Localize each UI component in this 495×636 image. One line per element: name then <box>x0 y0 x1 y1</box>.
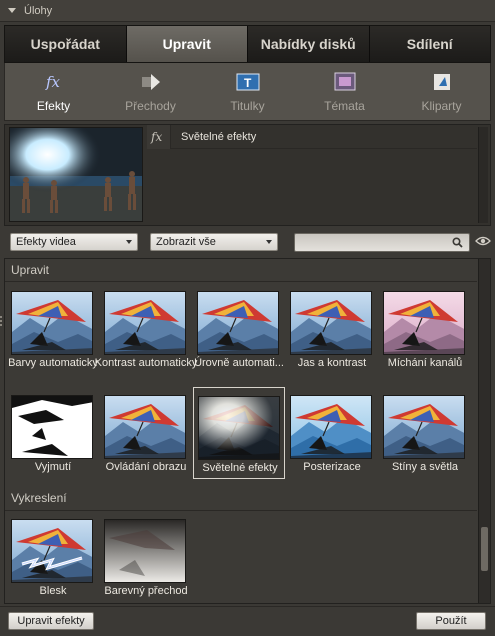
tab-nabidky-disku[interactable]: Nabídky disků <box>248 26 370 62</box>
effect-label: Kontrast automaticky <box>94 357 198 369</box>
effect-preview-panel: fx Světelné efekty <box>4 124 491 226</box>
subtab-label: Kliparty <box>421 99 462 113</box>
effect-label: Barevný přechod <box>104 585 188 597</box>
effect-item[interactable]: Blesk <box>7 511 99 603</box>
effect-label: Světelné efekty <box>202 462 278 474</box>
edit-effects-button[interactable]: Upravit efekty <box>8 612 94 630</box>
effect-thumbnail <box>197 291 279 355</box>
subtab-prechody[interactable]: Přechody <box>102 63 199 120</box>
preview-thumbnail <box>9 127 143 222</box>
effect-thumbnail <box>104 291 186 355</box>
filter-bar: Efekty videa Zobrazit vše <box>4 229 491 256</box>
preview-scrollbar[interactable] <box>478 127 488 223</box>
subtab-label: Témata <box>324 99 365 113</box>
svg-text:T: T <box>244 76 252 90</box>
effect-thumbnail <box>198 396 280 460</box>
fx-icon: fx <box>147 124 171 149</box>
tab-sdileni[interactable]: Sdílení <box>369 26 490 62</box>
effect-thumbnail <box>11 291 93 355</box>
subtab-label: Přechody <box>125 99 176 113</box>
subtab-titulky[interactable]: T Titulky <box>199 63 296 120</box>
category-value: Efekty videa <box>16 236 76 248</box>
panel-titlebar[interactable]: Úlohy <box>0 0 495 22</box>
title-t-icon: T <box>236 71 260 93</box>
effects-grid: Upravit Vykreslení Barvy automaticky Kont… <box>4 258 491 604</box>
panel-title: Úlohy <box>24 4 53 17</box>
effect-label: Vyjmutí <box>34 461 72 473</box>
chevron-down-icon <box>126 240 132 244</box>
svg-text:fx: fx <box>45 73 61 91</box>
transition-arrow-icon <box>140 71 162 93</box>
svg-text:fx: fx <box>150 130 162 144</box>
effect-thumbnail <box>104 519 186 583</box>
search-input[interactable] <box>294 233 470 252</box>
effect-item[interactable]: Barvy automaticky <box>7 283 99 375</box>
preview-effect-row: fx Světelné efekty <box>147 124 477 149</box>
effect-label: Jas a kontrast <box>297 357 367 369</box>
effect-item[interactable]: Míchání kanálů <box>379 283 471 375</box>
bottom-bar: Upravit efekty Použít <box>0 606 495 636</box>
grid-scrollbar[interactable] <box>478 259 490 603</box>
effect-label: Barvy automaticky <box>8 357 98 369</box>
category-dropdown[interactable]: Efekty videa <box>10 233 138 251</box>
section-label-upravit: Upravit <box>11 263 50 277</box>
effect-label: Stíny a světla <box>391 461 459 473</box>
section-divider <box>5 281 477 282</box>
effect-item[interactable]: Stíny a světla <box>379 387 471 479</box>
subtab-kliparty[interactable]: Kliparty <box>393 63 490 120</box>
effect-item[interactable]: Posterizace <box>286 387 378 479</box>
fx-icon: fx <box>43 71 65 93</box>
effect-label: Ovládání obrazu <box>105 461 187 473</box>
effect-thumbnail <box>11 519 93 583</box>
effect-item[interactable]: Kontrast automaticky <box>95 283 197 375</box>
scroll-thumb[interactable] <box>481 527 488 571</box>
effect-item[interactable]: Jas a kontrast <box>286 283 378 375</box>
subtab-label: Efekty <box>36 99 71 113</box>
effect-label: Úrovně automati... <box>194 357 284 369</box>
effect-thumbnail <box>383 395 465 459</box>
eye-icon[interactable] <box>475 235 491 250</box>
section-label-vykresleni: Vykreslení <box>11 491 67 505</box>
show-value: Zobrazit vše <box>156 236 216 248</box>
effect-thumbnail <box>290 291 372 355</box>
effect-thumbnail <box>383 291 465 355</box>
subtabs: fx Efekty Přechody T Titulky Témata Klip… <box>4 63 491 121</box>
effect-thumbnail <box>290 395 372 459</box>
tab-usporadat[interactable]: Uspořádat <box>5 26 127 62</box>
chevron-down-icon <box>266 240 272 244</box>
effect-item[interactable]: Světelné efekty <box>193 387 285 479</box>
clipart-icon <box>431 71 453 93</box>
apply-button[interactable]: Použít <box>416 612 486 630</box>
subtab-label: Titulky <box>230 99 265 113</box>
effect-item[interactable]: Ovládání obrazu <box>100 387 192 479</box>
effect-item[interactable]: Barevný přechod <box>100 511 192 603</box>
show-dropdown[interactable]: Zobrazit vše <box>150 233 278 251</box>
search-icon[interactable] <box>452 237 463 251</box>
subtab-temata[interactable]: Témata <box>296 63 393 120</box>
effect-thumbnail <box>11 395 93 459</box>
main-tabs: Uspořádat Upravit Nabídky disků Sdílení <box>4 25 491 63</box>
effect-thumbnail <box>104 395 186 459</box>
preview-effect-name: Světelné efekty <box>181 130 257 143</box>
effect-item[interactable]: Úrovně automati... <box>193 283 285 375</box>
panel-resize-grip[interactable] <box>0 316 3 330</box>
effect-label: Posterizace <box>303 461 361 473</box>
effect-label: Míchání kanálů <box>387 357 463 369</box>
collapse-triangle-icon[interactable] <box>8 8 16 13</box>
tab-upravit[interactable]: Upravit <box>126 26 248 62</box>
effect-item[interactable]: Vyjmutí <box>7 387 99 479</box>
subtab-efekty[interactable]: fx Efekty <box>5 63 102 120</box>
themes-icon <box>333 71 357 93</box>
effect-label: Blesk <box>39 585 67 597</box>
